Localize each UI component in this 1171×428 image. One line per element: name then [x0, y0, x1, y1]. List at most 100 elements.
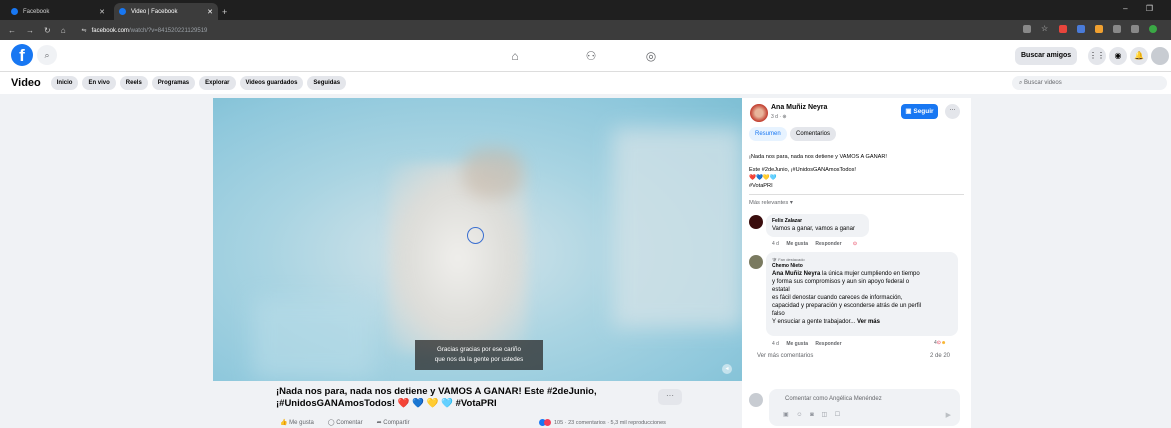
- commenter-avatar[interactable]: [749, 215, 763, 229]
- caption-line: que nos da la gente por ustedes: [434, 356, 524, 363]
- tab-title: Video | Facebook: [131, 8, 178, 15]
- facebook-favicon-icon: [11, 8, 18, 15]
- share-label: Compartir: [383, 420, 410, 426]
- browser-tab-video[interactable]: Video | Facebook ✕: [114, 3, 218, 20]
- pill-inicio[interactable]: Inicio: [50, 76, 79, 90]
- emoji-icon[interactable]: ☺: [796, 412, 805, 418]
- post-text-line: ❤️💙💛🩵: [749, 175, 777, 181]
- find-friends-button[interactable]: Buscar amigos: [1015, 47, 1078, 65]
- volume-icon[interactable]: ◂: [722, 364, 732, 374]
- groups-nav-icon[interactable]: ◎: [643, 48, 659, 64]
- profile-avatar[interactable]: [1151, 47, 1169, 65]
- menu-grid-icon[interactable]: ⋮⋮: [1088, 47, 1106, 65]
- see-more-link[interactable]: Ver más: [857, 319, 880, 325]
- back-icon[interactable]: ←: [8, 26, 16, 35]
- window-controls[interactable]: – ❐: [1123, 4, 1161, 13]
- bookmark-icon[interactable]: ☆: [1041, 25, 1049, 33]
- close-tab-icon[interactable]: ✕: [207, 8, 213, 16]
- love-reaction-icon: [544, 419, 551, 426]
- pill-explorar[interactable]: Explorar: [199, 76, 236, 90]
- url-field[interactable]: ⇋ facebook.com/watch/?v=841520221129519: [82, 27, 208, 34]
- stats-text: 105 · 23 comentarios · 5,3 mil reproducc…: [554, 419, 666, 426]
- follow-label: Seguir: [913, 108, 934, 115]
- comment-like-button[interactable]: Me gusta: [786, 241, 808, 247]
- pill-en-vivo[interactable]: En vivo: [82, 76, 116, 90]
- menu-icon[interactable]: [1131, 25, 1139, 33]
- facebook-favicon-icon: [119, 8, 126, 15]
- video-actions: 👍 Me gusta ◯ Comentar ➦ Compartir: [280, 419, 410, 426]
- camera-icon[interactable]: ◙: [810, 412, 817, 418]
- address-bar: ← → ↻ ⌂ ⇋ facebook.com/watch/?v=841520221…: [0, 20, 1171, 40]
- composer-tools: ▣ ☺ ◙ ◫ ☐: [783, 411, 843, 418]
- sort-relevance-dropdown[interactable]: Más relevantes ▾: [749, 200, 793, 206]
- extensions-area: ☆: [1023, 25, 1157, 33]
- url-host: facebook.com: [91, 27, 129, 34]
- comment-reply-button[interactable]: Responder: [815, 241, 841, 247]
- comment-button[interactable]: ◯ Comentar: [328, 419, 363, 426]
- video-search-input[interactable]: ⌕ Buscar videos: [1012, 76, 1167, 90]
- home-icon[interactable]: ⌂: [61, 26, 66, 35]
- like-button[interactable]: 👍 Me gusta: [280, 419, 314, 426]
- comment-time[interactable]: 4 d: [772, 241, 779, 247]
- more-comments-link[interactable]: Ver más comentarios: [757, 353, 813, 359]
- page-title: Video: [11, 77, 41, 89]
- extension-icon[interactable]: [1059, 25, 1067, 33]
- thumbs-up-icon: 👍: [280, 420, 290, 426]
- comment-time[interactable]: 4 d: [772, 341, 779, 347]
- video-more-button[interactable]: ···: [658, 389, 682, 405]
- video-subnav: Video Inicio En vivo Reels Programas Exp…: [0, 72, 1171, 94]
- commenter-name[interactable]: Chemo Nieto: [772, 263, 952, 270]
- comment-like-button[interactable]: Me gusta: [786, 341, 808, 347]
- video-title: ¡Nada nos para, nada nos detiene y VAMOS…: [276, 386, 597, 409]
- new-tab-icon[interactable]: +: [222, 7, 227, 17]
- site-info-icon[interactable]: ⇋: [82, 28, 87, 34]
- pill-programas[interactable]: Programas: [151, 76, 196, 90]
- pill-seguidas[interactable]: Seguidas: [307, 76, 347, 90]
- extension-icon[interactable]: [1095, 25, 1103, 33]
- comment-reply-button[interactable]: Responder: [815, 341, 841, 347]
- close-tab-icon[interactable]: ✕: [99, 8, 105, 16]
- facebook-logo-icon[interactable]: f: [11, 44, 33, 66]
- gif-icon[interactable]: ◫: [821, 412, 830, 418]
- commenter-name[interactable]: Felix Zalazar: [772, 218, 863, 225]
- video-stats[interactable]: 105 · 23 comentarios · 5,3 mil reproducc…: [539, 419, 666, 426]
- friends-nav-icon[interactable]: ⚇: [583, 48, 599, 64]
- comment-mention[interactable]: Ana Muñiz Neyra: [772, 271, 820, 277]
- browser-tab-facebook[interactable]: Facebook ✕: [6, 3, 110, 20]
- extension-icon[interactable]: [1077, 25, 1085, 33]
- comment-text-line: estatal: [772, 287, 790, 293]
- extensions-puzzle-icon[interactable]: [1113, 25, 1121, 33]
- avatar-sticker-icon[interactable]: ☐: [835, 412, 843, 418]
- profile-icon[interactable]: [1149, 25, 1157, 33]
- send-icon[interactable]: ▶: [946, 411, 951, 419]
- home-nav-icon[interactable]: ⌂: [507, 48, 523, 64]
- author-avatar[interactable]: [750, 104, 768, 122]
- search-icon[interactable]: ⌕: [37, 45, 57, 65]
- comment-reactions[interactable]: 4⊙☻: [934, 340, 946, 346]
- post-text-line: ¡Nada nos para, nada nos detiene y VAMOS…: [749, 154, 887, 160]
- pill-reels[interactable]: Reels: [119, 76, 148, 90]
- tab-resumen[interactable]: Resumen: [749, 127, 787, 141]
- post-date[interactable]: 3 d · ⊕: [771, 114, 787, 120]
- comment-composer[interactable]: Comentar como Angélica Menéndez ▣ ☺ ◙ ◫ …: [769, 389, 960, 426]
- comment-input-placeholder: Comentar como Angélica Menéndez: [785, 396, 882, 402]
- comment-text-line: la única mujer cumpliendo en tiempo: [822, 271, 920, 277]
- reload-icon[interactable]: ↻: [44, 26, 51, 35]
- messenger-icon[interactable]: ◉: [1109, 47, 1127, 65]
- notifications-bell-icon[interactable]: 🔔: [1130, 47, 1148, 65]
- forward-icon[interactable]: →: [26, 26, 34, 35]
- tab-comentarios[interactable]: Comentarios: [790, 127, 837, 141]
- pill-videos-guardados[interactable]: Videos guardados: [239, 76, 304, 90]
- caption-line: Gracias gracias por ese cariño: [437, 346, 521, 353]
- comment-text-line: y forma sus compromisos y aun sin apoyo …: [772, 279, 910, 285]
- extension-icon[interactable]: [1023, 25, 1031, 33]
- share-button[interactable]: ➦ Compartir: [377, 419, 410, 426]
- sticker-icon[interactable]: ▣: [783, 412, 792, 418]
- panel-more-button[interactable]: ···: [945, 104, 960, 119]
- video-player[interactable]: Gracias gracias por ese cariño que nos d…: [213, 98, 742, 381]
- author-name[interactable]: Ana Muñiz Neyra: [771, 104, 827, 111]
- commenter-avatar[interactable]: [749, 255, 763, 269]
- follow-button[interactable]: ▣ Seguir: [901, 104, 938, 119]
- comment-bubble: 🛡 Fan destacado Chemo Nieto Ana Muñiz Ne…: [766, 252, 958, 336]
- search-placeholder: Buscar videos: [1024, 80, 1062, 86]
